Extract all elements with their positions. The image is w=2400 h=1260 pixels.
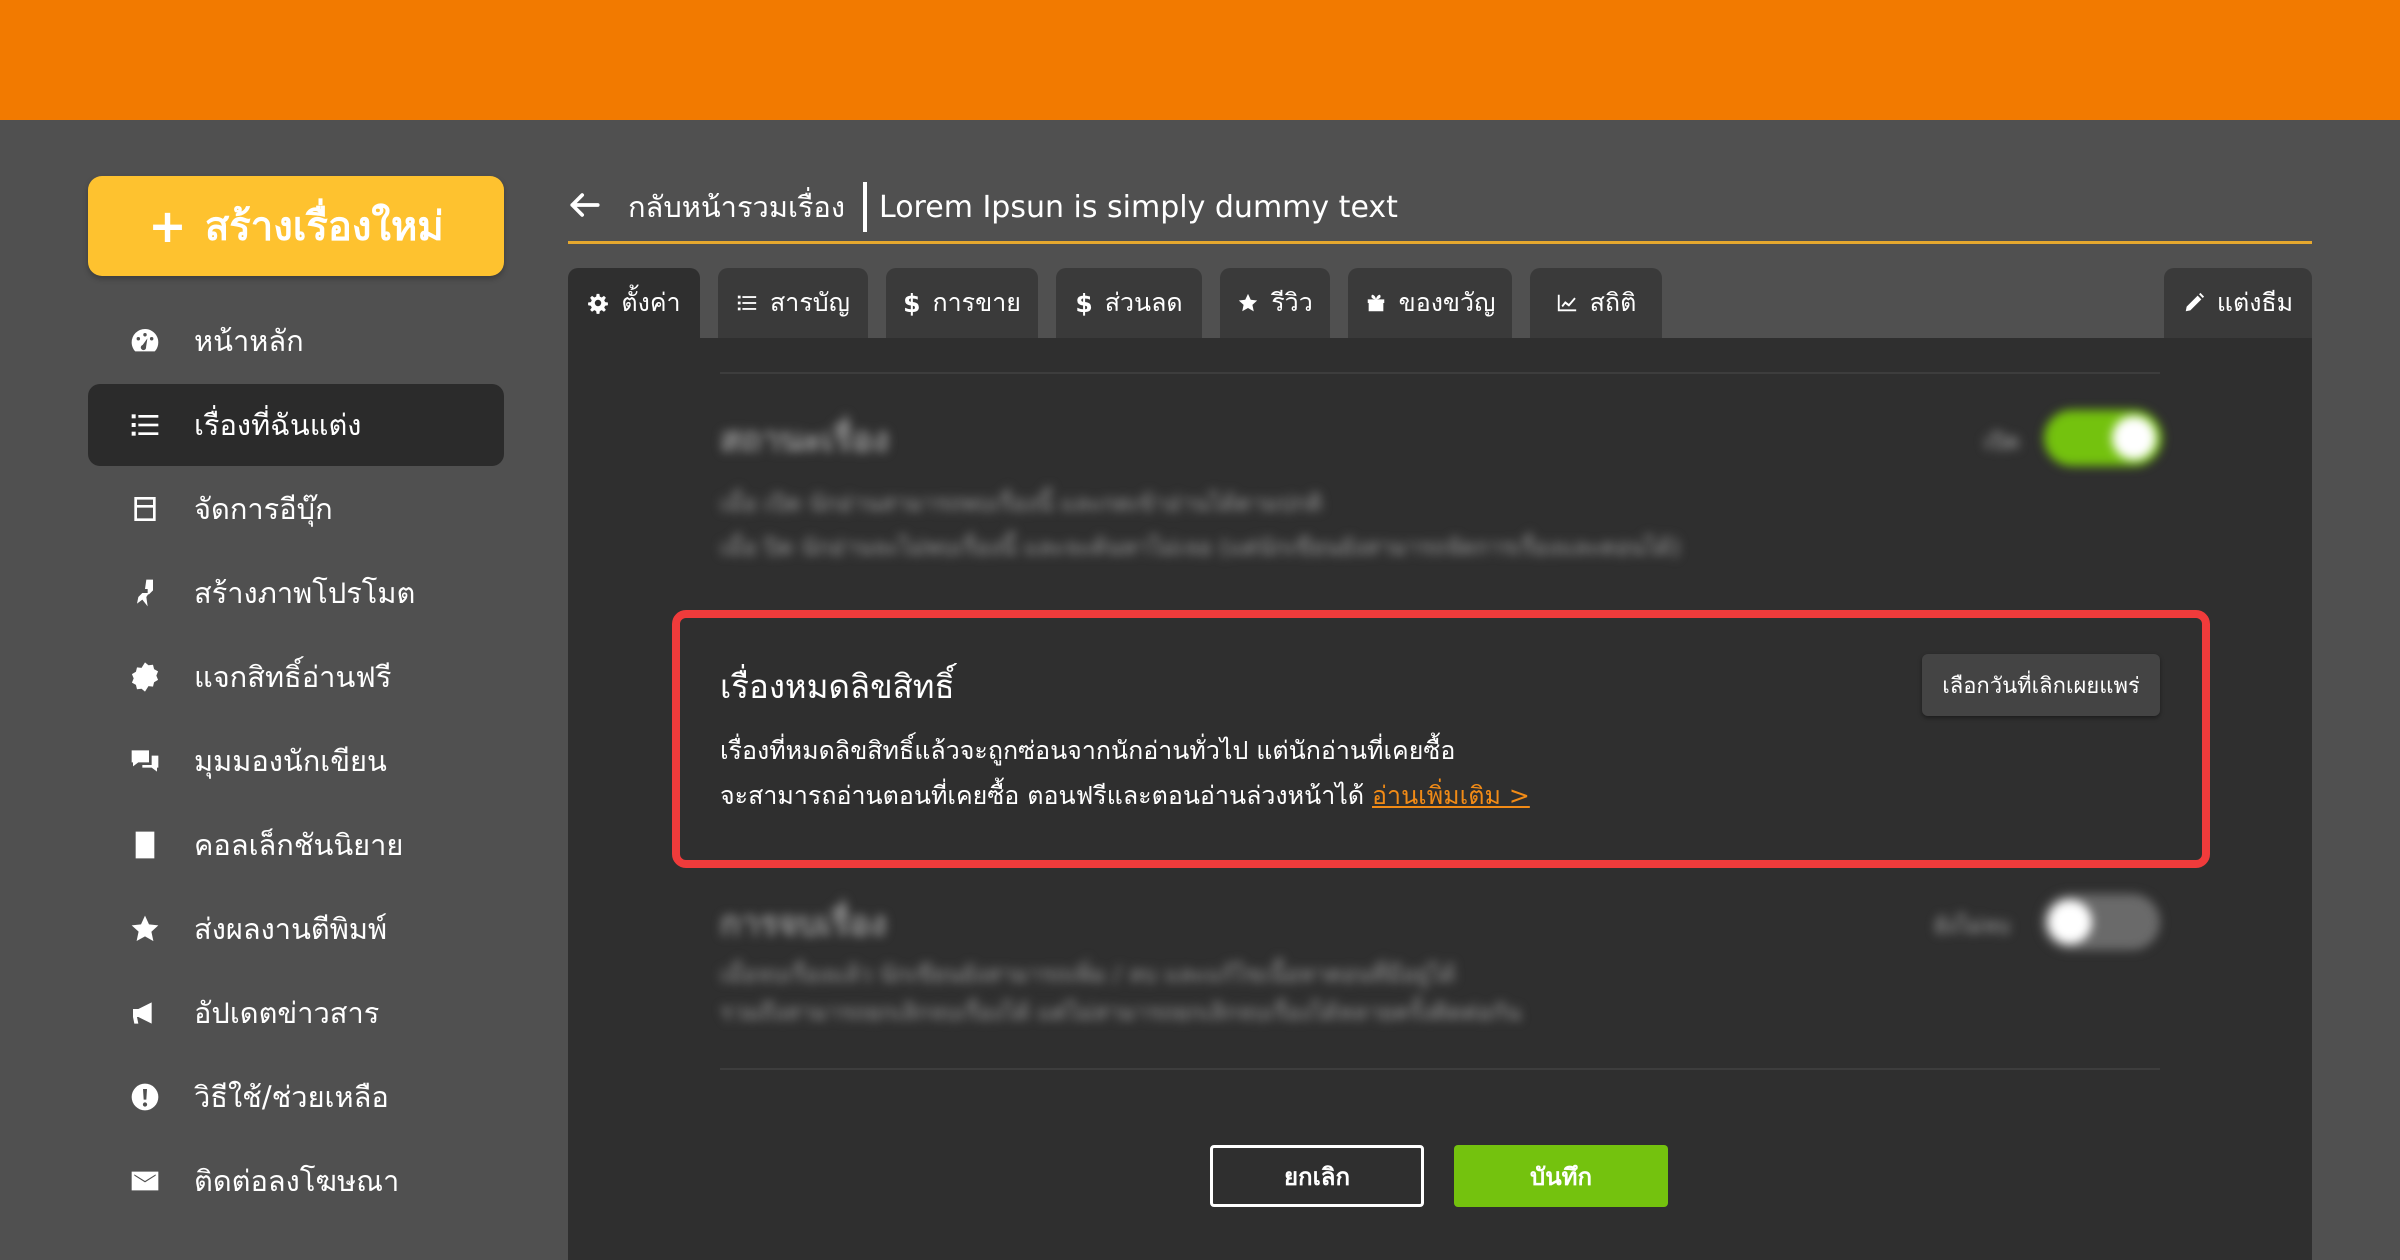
megaphone-icon [126, 994, 164, 1032]
sidebar-item-home[interactable]: หน้าหลัก [88, 300, 504, 382]
chat-bubbles-icon [126, 742, 164, 780]
tab-contents[interactable]: สารบัญ [718, 268, 868, 338]
section-title: การจบเรื่อง [720, 904, 887, 944]
top-bar [0, 0, 2400, 120]
list-icon [736, 292, 758, 314]
back-arrow-icon[interactable] [568, 188, 602, 226]
sidebar-item-label: หน้าหลัก [194, 324, 304, 358]
sidebar-item-label: อัปเดตข่าวสาร [194, 996, 380, 1030]
sidebar-item-help[interactable]: วิธีใช้/ช่วยเหลือ [88, 1056, 504, 1138]
description-line: จะสามารถอ่านตอนที่เคยซื้อ ตอนฟรีและตอนอ่… [720, 773, 1530, 818]
section-divider [720, 372, 2160, 374]
tab-label: ตั้งค่า [621, 288, 681, 317]
sidebar-item-label: จัดการอีบุ๊ก [194, 492, 333, 526]
sidebar-item-news[interactable]: อัปเดตข่าวสาร [88, 972, 504, 1054]
save-button[interactable]: บันทึก [1454, 1145, 1668, 1207]
status-toggle[interactable] [2044, 410, 2162, 466]
description-line: เมื่อจบเรื่องแล้ว นักเขียนยังสามารถเพิ่ม… [720, 962, 1456, 988]
sidebar-item-label: แจกสิทธิ์อ่านฟรี [194, 660, 392, 694]
sidebar-item-writer-view[interactable]: มุมมองนักเขียน [88, 720, 504, 802]
tab-label: ส่วนลด [1104, 288, 1183, 317]
cancel-button[interactable]: ยกเลิก [1210, 1145, 1424, 1207]
section-divider [720, 1068, 2160, 1070]
envelope-icon [126, 1162, 164, 1200]
sidebar-item-collection[interactable]: คอลเล็กชันนิยาย [88, 804, 504, 886]
tab-reviews[interactable]: รีวิว [1220, 268, 1330, 338]
dollar-icon: $ [1075, 288, 1093, 318]
dashboard-icon [126, 322, 164, 360]
description-line: เรื่องที่หมดลิขสิทธิ์แล้วจะถูกซ่อนจากนัก… [720, 736, 1456, 765]
tab-label: สถิติ [1589, 288, 1637, 317]
sidebar-item-free-read[interactable]: แจกสิทธิ์อ่านฟรี [88, 636, 504, 718]
tab-label: สารบัญ [770, 288, 850, 317]
toggle-knob [2048, 900, 2092, 944]
create-story-label: สร้างเรื่องใหม่ [204, 204, 444, 250]
tab-theme[interactable]: แต่งธีม [2164, 268, 2312, 338]
sidebar-item-ads[interactable]: ติดต่อลงโฆษณา [88, 1140, 504, 1222]
sidebar-item-label: ส่งผลงานตีพิมพ์ [194, 912, 388, 946]
toggle-label: เปิด [1984, 430, 2020, 455]
tab-label: ของขวัญ [1398, 288, 1496, 317]
sidebar-item-publish[interactable]: ส่งผลงานตีพิมพ์ [88, 888, 504, 970]
sidebar-item-ebook[interactable]: จัดการอีบุ๊ก [88, 468, 504, 550]
header-divider [863, 182, 868, 232]
tab-label: การขาย [932, 288, 1021, 317]
description-text: จะสามารถอ่านตอนที่เคยซื้อ ตอนฟรีและตอนอ่… [720, 781, 1365, 810]
sidebar-item-label: สร้างภาพโปรโมต [194, 576, 416, 610]
toggle-knob [2112, 416, 2156, 460]
sidebar-item-label: เรื่องที่ฉันแต่ง [194, 408, 362, 442]
read-more-link[interactable]: อ่านเพิ่มเติม > [1372, 781, 1530, 810]
pencil-icon [2183, 292, 2205, 314]
sidebar-item-label: มุมมองนักเขียน [194, 744, 387, 778]
header-underline [568, 241, 2312, 244]
section-description: เมื่อ เปิด นักอ่านสามารถพบเรื่องนี้ และก… [720, 482, 1680, 570]
gear-icon [587, 292, 609, 314]
tab-label: แต่งธีม [2216, 288, 2294, 317]
info-icon [126, 1078, 164, 1116]
section-title: สถานะเรื่อง [720, 420, 889, 460]
description-line: เมื่อ เปิด นักอ่านสามารถพบเรื่องนี้ และก… [720, 491, 1323, 517]
expired-rights-title: เรื่องหมดลิขสิทธิ์ [720, 667, 955, 706]
paint-brush-icon [126, 574, 164, 612]
ebook-icon [126, 490, 164, 528]
gift-icon [1365, 292, 1387, 314]
tab-settings[interactable]: ตั้งค่า [568, 268, 700, 338]
description-line: รวมถึงสามารถยกเลิกจบเรื่องได้ แต่ไม่สามา… [720, 1000, 1522, 1026]
expired-rights-description: เรื่องที่หมดลิขสิทธิ์แล้วจะถูกซ่อนจากนัก… [720, 728, 1530, 818]
chart-icon [1556, 292, 1578, 314]
list-icon [126, 406, 164, 444]
back-to-stories-link[interactable]: กลับหน้ารวมเรื่อง [628, 184, 845, 230]
free-badge-icon [126, 658, 164, 696]
dollar-icon: $ [903, 288, 921, 318]
plus-icon: + [148, 199, 187, 253]
toggle-label: ยังไม่จบ [1934, 914, 2011, 939]
sidebar-item-label: ติดต่อลงโฆษณา [194, 1164, 400, 1198]
star-icon [126, 910, 164, 948]
tab-gifts[interactable]: ของขวัญ [1348, 268, 1512, 338]
section-description: เมื่อจบเรื่องแล้ว นักเขียนยังสามารถเพิ่ม… [720, 956, 1521, 1032]
tab-label: รีวิว [1271, 288, 1313, 317]
sidebar-item-label: วิธีใช้/ช่วยเหลือ [194, 1080, 389, 1114]
sidebar-item-promo[interactable]: สร้างภาพโปรโมต [88, 552, 504, 634]
create-story-button[interactable]: + สร้างเรื่องใหม่ [88, 176, 504, 276]
story-title: Lorem Ipsun is simply dummy text [879, 189, 1398, 225]
story-header: กลับหน้ารวมเรื่อง Lorem Ipsun is simply … [568, 172, 2312, 242]
star-icon [1237, 292, 1259, 314]
sidebar-item-label: คอลเล็กชันนิยาย [194, 828, 404, 862]
sidebar-item-my-stories[interactable]: เรื่องที่ฉันแต่ง [88, 384, 504, 466]
ending-toggle[interactable] [2042, 894, 2160, 950]
tab-discount[interactable]: $ ส่วนลด [1056, 268, 1202, 338]
book-icon [126, 826, 164, 864]
tab-sales[interactable]: $ การขาย [886, 268, 1038, 338]
tab-stats[interactable]: สถิติ [1530, 268, 1662, 338]
description-line: เมื่อ ปิด นักอ่านจะไม่พบเรื่องนี้ และจะค… [720, 535, 1681, 561]
select-unpublish-date-button[interactable]: เลือกวันที่เลิกเผยแพร่ [1922, 654, 2160, 716]
